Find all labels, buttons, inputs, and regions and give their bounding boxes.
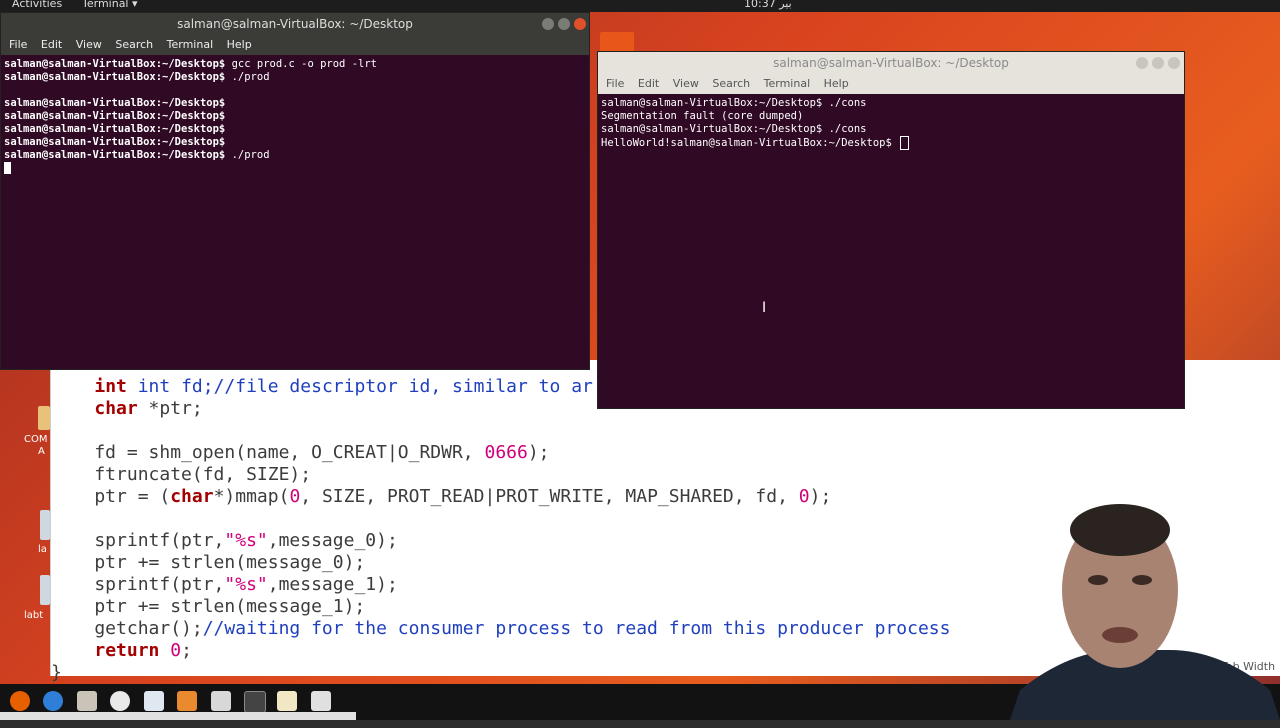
- menu-view[interactable]: View: [76, 38, 102, 51]
- mouse-ibeam-cursor: I: [762, 300, 767, 316]
- code-line: return 0;: [94, 640, 192, 661]
- top-panel: Activities Terminal ▾ 10:37 ﺑﯿﺮ: [0, 0, 1280, 12]
- terminal-output[interactable]: salman@salman-VirtualBox:~/Desktop$ gcc …: [1, 55, 589, 369]
- desktop-icon-label[interactable]: COM: [24, 434, 47, 445]
- terminal-line: salman@salman-VirtualBox:~/Desktop$ ./co…: [601, 123, 867, 135]
- terminal-line: salman@salman-VirtualBox:~/Desktop$ ./co…: [601, 97, 867, 109]
- menu-bar: File Edit View Search Terminal Help: [598, 74, 1184, 94]
- maximize-button[interactable]: [1152, 57, 1164, 69]
- menu-edit[interactable]: Edit: [638, 77, 659, 90]
- maximize-button[interactable]: [558, 18, 570, 30]
- desktop-icon-label[interactable]: la: [38, 544, 47, 555]
- terminal-line: HelloWorld!salman@salman-VirtualBox:~/De…: [601, 136, 1184, 150]
- code-line: sprintf(ptr,"%s",message_0);: [51, 530, 398, 551]
- terminal-line: [4, 162, 589, 175]
- files-icon[interactable]: [77, 691, 97, 711]
- terminal-line: salman@salman-VirtualBox:~/Desktop$: [4, 123, 226, 135]
- menu-file[interactable]: File: [9, 38, 27, 51]
- activities-button[interactable]: Activities: [12, 0, 62, 9]
- window-title[interactable]: salman@salman-VirtualBox: ~/Desktop: [1, 13, 589, 35]
- presenter-webcam-overlay: [1010, 504, 1280, 720]
- desktop-icon[interactable]: [40, 510, 50, 540]
- firefox-icon[interactable]: [10, 691, 30, 711]
- code-line: sprintf(ptr,"%s",message_1);: [51, 574, 398, 595]
- code-line: ptr += strlen(message_0);: [51, 552, 366, 573]
- menu-bar: File Edit View Search Terminal Help: [1, 35, 589, 55]
- menu-search[interactable]: Search: [712, 77, 750, 90]
- terminal-line: salman@salman-VirtualBox:~/Desktop$ ./pr…: [4, 71, 270, 83]
- disk-icon[interactable]: [110, 691, 130, 711]
- terminal-window-right[interactable]: salman@salman-VirtualBox: ~/Desktop File…: [597, 51, 1185, 409]
- menu-search[interactable]: Search: [115, 38, 153, 51]
- software-center-icon[interactable]: [177, 691, 197, 711]
- terminal-line: salman@salman-VirtualBox:~/Desktop$: [4, 97, 226, 109]
- code-line: fd = shm_open(name, O_CREAT|O_RDWR, 0666…: [51, 442, 550, 463]
- menu-file[interactable]: File: [606, 77, 624, 90]
- minimize-button[interactable]: [542, 18, 554, 30]
- close-button[interactable]: [574, 18, 586, 30]
- text-cursor: [900, 136, 910, 150]
- chromium-icon[interactable]: [43, 691, 63, 711]
- code-line: getchar();//waiting for the consumer pro…: [51, 618, 951, 639]
- terminal-icon[interactable]: [244, 691, 266, 713]
- code-line: ptr += strlen(message_1);: [51, 596, 366, 617]
- menu-edit[interactable]: Edit: [41, 38, 62, 51]
- menu-terminal[interactable]: Terminal: [764, 77, 811, 90]
- screenshot-icon[interactable]: [311, 691, 331, 711]
- code-line: ftruncate(fd, SIZE);: [51, 464, 312, 485]
- clock[interactable]: 10:37 ﺑﯿﺮ: [744, 0, 792, 9]
- desktop-icon-label[interactable]: labt: [24, 610, 43, 621]
- minimize-button[interactable]: [1136, 57, 1148, 69]
- menu-help[interactable]: Help: [824, 77, 849, 90]
- text-cursor: [4, 162, 11, 174]
- menu-view[interactable]: View: [673, 77, 699, 90]
- close-button[interactable]: [1168, 57, 1180, 69]
- code-line: }: [51, 662, 62, 683]
- code-view[interactable]: int int fd;//file descriptor id, similar…: [51, 360, 950, 728]
- desktop-icon-label: A: [38, 446, 45, 457]
- desktop-icon[interactable]: [40, 575, 50, 605]
- terminal-line: salman@salman-VirtualBox:~/Desktop$ gcc …: [4, 58, 377, 70]
- terminal-line: salman@salman-VirtualBox:~/Desktop$ ./pr…: [4, 149, 270, 161]
- menu-terminal[interactable]: Terminal: [167, 38, 214, 51]
- text-editor-icon[interactable]: [211, 691, 231, 711]
- terminal-line: salman@salman-VirtualBox:~/Desktop$: [4, 110, 226, 122]
- terminal-line: Segmentation fault (core dumped): [601, 110, 804, 122]
- desktop-icon[interactable]: [38, 406, 50, 430]
- terminal-window-left[interactable]: salman@salman-VirtualBox: ~/Desktop File…: [0, 12, 590, 370]
- code-line: ptr = (char*)mmap(0, SIZE, PROT_READ|PRO…: [51, 486, 832, 507]
- gedit-icon[interactable]: [277, 691, 297, 711]
- dock-indicator-strip: [0, 712, 356, 720]
- terminal-output[interactable]: salman@salman-VirtualBox:~/Desktop$ ./co…: [598, 94, 1184, 408]
- menu-help[interactable]: Help: [227, 38, 252, 51]
- window-title[interactable]: salman@salman-VirtualBox: ~/Desktop: [598, 52, 1184, 74]
- document-icon[interactable]: [144, 691, 164, 711]
- terminal-line: salman@salman-VirtualBox:~/Desktop$: [4, 136, 226, 148]
- folder-icon[interactable]: [600, 32, 634, 52]
- app-menu[interactable]: Terminal ▾: [82, 0, 138, 9]
